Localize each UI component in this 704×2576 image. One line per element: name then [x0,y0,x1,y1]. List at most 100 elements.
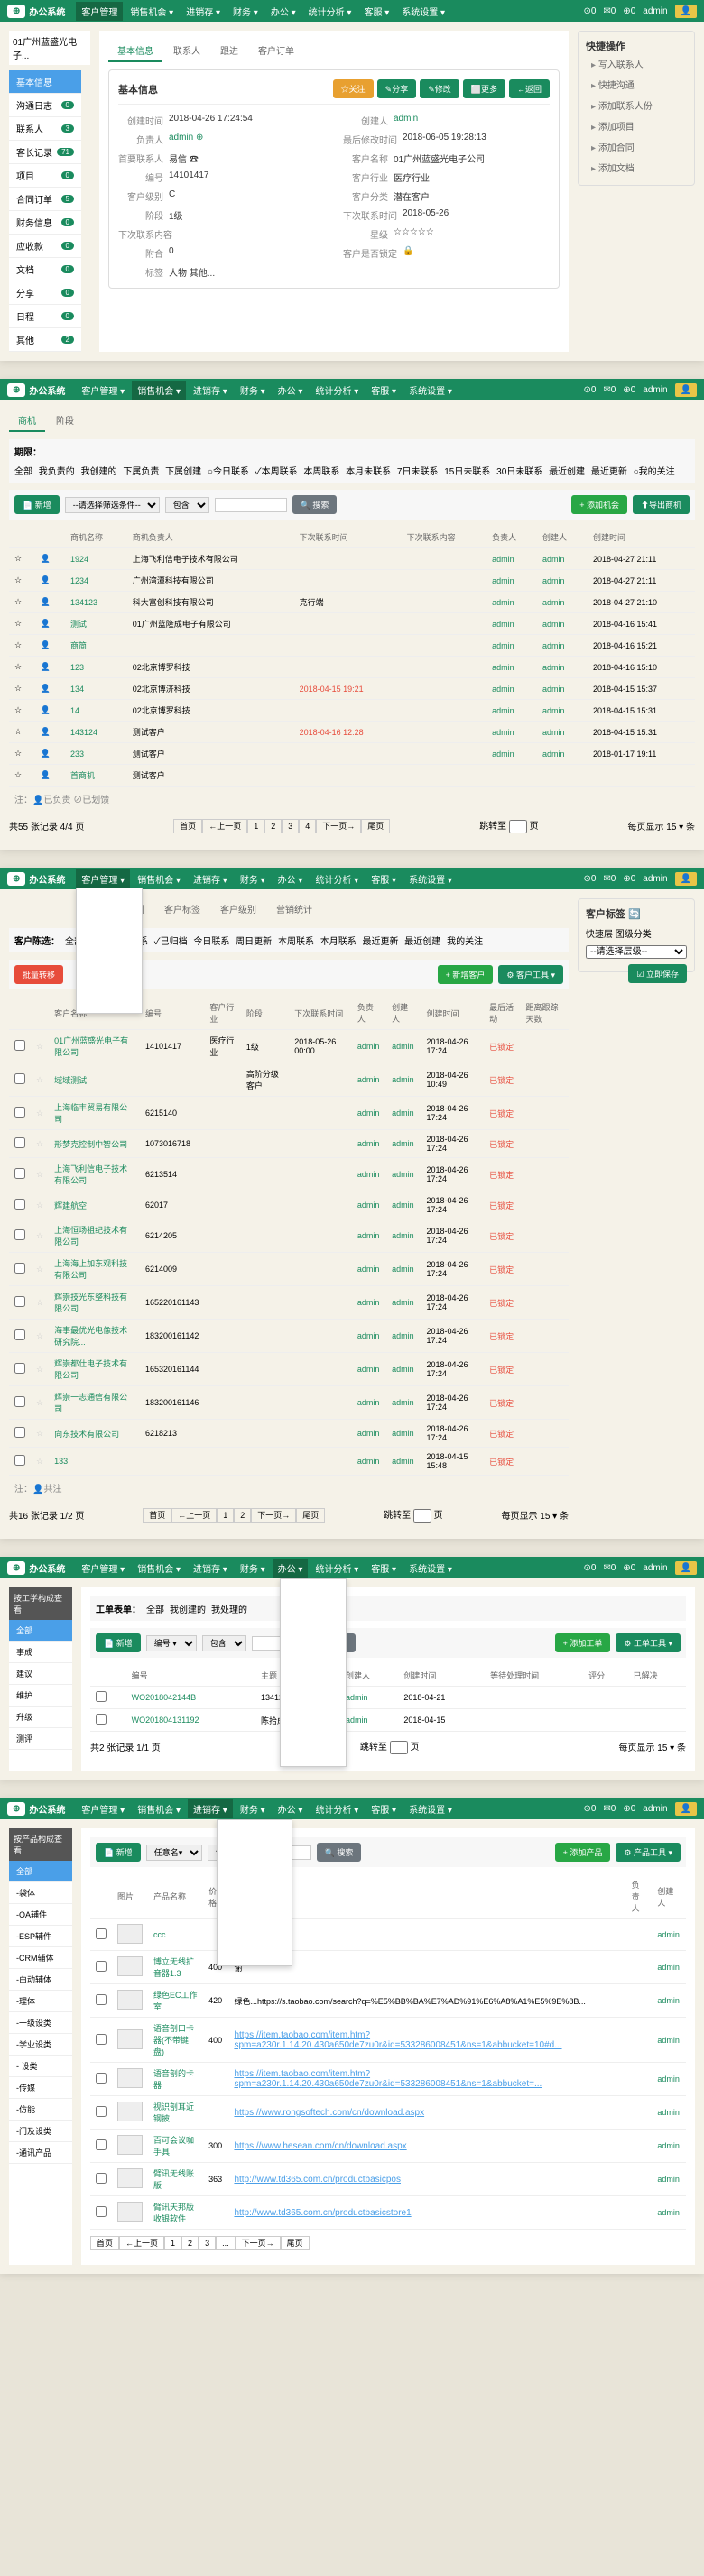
sidebar-item[interactable]: -OA辅件 [9,1904,72,1926]
search-button[interactable]: 🔍 搜索 [317,1843,362,1862]
table-row[interactable]: 语音剖的卡器https://item.taobao.com/item.htm?s… [90,2063,686,2096]
save-button[interactable]: ☑ 立即保存 [628,964,687,983]
table-row[interactable]: WO2018042144B134124admin2018-04-21 [90,1687,686,1709]
dropdown-item[interactable]: 公告 [281,1683,346,1704]
sidebar-item[interactable]: -CRM辅体 [9,1947,72,1969]
sidebar-basic[interactable]: 基本信息 [9,70,81,94]
contain-select[interactable]: 包含 [165,497,209,513]
menu-office[interactable]: 办公 ▾ [273,1559,309,1578]
tab-order[interactable]: 客户订单 [249,40,303,62]
sidebar-item[interactable]: 全部 [9,1620,72,1642]
table-row[interactable]: ☆👤测试01广州蓝隆成电子有限公司adminadmin2018-04-16 15… [9,613,695,635]
sidebar-other[interactable]: 其他2 [9,328,81,352]
sidebar-record[interactable]: 客长记录71 [9,141,81,164]
sidebar-item[interactable]: 全部 [9,1861,72,1882]
table-row[interactable]: ☆👤233测试客户adminadmin2018-01-17 19:11 [9,743,695,765]
quick-item[interactable]: 添加文档 [586,157,687,178]
sidebar-receivable[interactable]: 应收款0 [9,235,81,258]
share-button[interactable]: ✎分享 [377,79,417,98]
sidebar-item[interactable]: -白动辅体 [9,1969,72,1991]
dropdown-item[interactable]: 销售管理 [218,1862,292,1882]
menu-customer[interactable]: 客户管理 ▾ [76,869,130,888]
menu-customer[interactable]: 客户管理 [76,2,123,21]
filter-select[interactable]: --请选择筛选条件-- [65,497,160,513]
back-button[interactable]: ←返回 [509,79,550,98]
sidebar-item[interactable]: -门及设类 [9,2121,72,2142]
sidebar-item[interactable]: - 设类 [9,2056,72,2077]
add-customer-button[interactable]: + 新增客户 [438,965,494,984]
menu-finance[interactable]: 财务 ▾ [227,2,264,21]
search-input[interactable] [215,498,287,512]
tab-opportunity[interactable]: 商机 [9,409,45,432]
table-row[interactable]: ☆👤12302北京博罗科技adminadmin2018-04-16 15:10 [9,657,695,678]
dropdown-item[interactable]: 客户项目 [77,951,142,971]
table-row[interactable]: 绿色EC工作室420绿色...https://s.taobao.com/sear… [90,1984,686,2018]
dropdown-item[interactable]: 登录管理 [281,1745,346,1766]
new-button[interactable]: 📄 新增 [96,1843,141,1862]
table-row[interactable]: ☆👤首商机测试客户 [9,765,695,787]
menu-sales[interactable]: 销售机会 ▾ [132,381,186,400]
sidebar-contract[interactable]: 合同订单5 [9,188,81,211]
add-button[interactable]: + 添加工单 [555,1633,611,1652]
table-row[interactable]: ☆辉崇技光东整科技有限公司165220161143adminadmin2018-… [9,1286,569,1320]
table-row[interactable]: ☆上海海上加东观科技有限公司6214009adminadmin2018-04-2… [9,1253,569,1286]
table-row[interactable]: ☆辉崇都仕电子技术有限公司165320161144adminadmin2018-… [9,1353,569,1386]
tools-button[interactable]: ⚙ 产品工具 ▾ [616,1843,681,1862]
dropdown-item[interactable]: 审批 [281,1704,346,1725]
table-row[interactable]: ☆👤1402北京博罗科技adminadmin2018-04-15 15:31 [9,700,695,722]
table-row[interactable]: ccchttp://admin [90,1919,686,1951]
table-row[interactable]: ☆辉崇一志通信有限公司183200161146adminadmin2018-04… [9,1386,569,1420]
menu-sales[interactable]: 销售机会 ▾ [125,2,179,21]
menu-stock[interactable]: 进销存 ▾ [181,2,226,21]
sidebar-item[interactable]: -袋体 [9,1882,72,1904]
table-row[interactable]: ☆上海飞利信电子技术有限公司6213514adminadmin2018-04-2… [9,1158,569,1191]
table-row[interactable]: WO201804131192陈拾成为历admin2018-04-15 [90,1709,686,1732]
tab-follow[interactable]: 跟进 [211,40,247,62]
table-row[interactable]: 视识剖耳近钢披https://www.rongsoftech.com/cn/do… [90,2096,686,2130]
quick-item[interactable]: 快捷沟通 [586,74,687,95]
dropdown-item[interactable]: 合同商标 [77,971,142,992]
sidebar-item[interactable]: -传媒 [9,2077,72,2099]
more-button[interactable]: ⬜更多 [463,79,505,98]
user-avatar[interactable]: 👤 [675,5,697,18]
sidebar-schedule[interactable]: 日程0 [9,305,81,328]
tab-basic[interactable]: 基本信息 [108,40,162,62]
dropdown-item[interactable]: 会议 [281,1600,346,1621]
sidebar-item[interactable]: 测评 [9,1728,72,1750]
table-row[interactable]: ☆域域测试高阶分级客户adminadmin2018-04-26 10:49已锁定 [9,1063,569,1097]
table-row[interactable]: ☆👤商简adminadmin2018-04-16 15:21 [9,635,695,657]
dropdown-item[interactable]: 防伪查询 [218,1841,292,1862]
menu-stock[interactable]: 进销存 ▾ [188,1799,233,1818]
sidebar-log[interactable]: 沟通日志0 [9,94,81,117]
tools-button[interactable]: ⚙ 客户工具 ▾ [498,965,563,984]
sidebar-item[interactable]: -ESP辅件 [9,1926,72,1947]
sidebar-project[interactable]: 项目0 [9,164,81,188]
edit-button[interactable]: ✎修改 [420,79,459,98]
table-row[interactable]: ☆辉建航空62017adminadmin2018-04-26 17:24已锁定 [9,1191,569,1219]
dropdown-item[interactable]: 产品 [218,1820,292,1841]
sidebar-contact[interactable]: 联系人3 [9,117,81,141]
menu-office[interactable]: 办公 ▾ [265,2,301,21]
sidebar-item[interactable]: -仿能 [9,2099,72,2121]
quick-item[interactable]: 添加联系人份 [586,95,687,115]
table-row[interactable]: ☆上海恒场祖纪技术有限公司6214205adminadmin2018-04-26… [9,1219,569,1253]
sidebar-item[interactable]: -一级设类 [9,2012,72,2034]
quick-item[interactable]: 写入联系人 [586,53,687,74]
table-row[interactable]: 博立无线扩音器1.3400谢admin [90,1951,686,1984]
message-count[interactable]: ✉0 [603,6,616,16]
table-row[interactable]: ☆133adminadmin2018-04-15 15:48已锁定 [9,1448,569,1476]
tools-button[interactable]: ⚙ 工单工具 ▾ [616,1633,681,1652]
tab-contact[interactable]: 联系人 [164,40,209,62]
follow-button[interactable]: ☆关注 [333,79,374,98]
new-button[interactable]: 📄 新增 [14,495,60,514]
task-count[interactable]: ⊕0 [623,6,635,16]
search-button[interactable]: 🔍 搜索 [292,495,338,514]
menu-settings[interactable]: 系统设置 ▾ [396,2,450,21]
dropdown-item[interactable]: 出入库 [218,1903,292,1924]
quick-item[interactable]: 添加项目 [586,115,687,136]
sidebar-item[interactable]: -学业设类 [9,2034,72,2056]
menu-customer[interactable]: 客户管理 ▾ [76,381,130,400]
sidebar-item[interactable]: 维护 [9,1685,72,1707]
dropdown-item[interactable]: 工程 [281,1621,346,1642]
table-row[interactable]: ☆👤1924上海飞利信电子技术有限公司adminadmin2018-04-27 … [9,548,695,570]
